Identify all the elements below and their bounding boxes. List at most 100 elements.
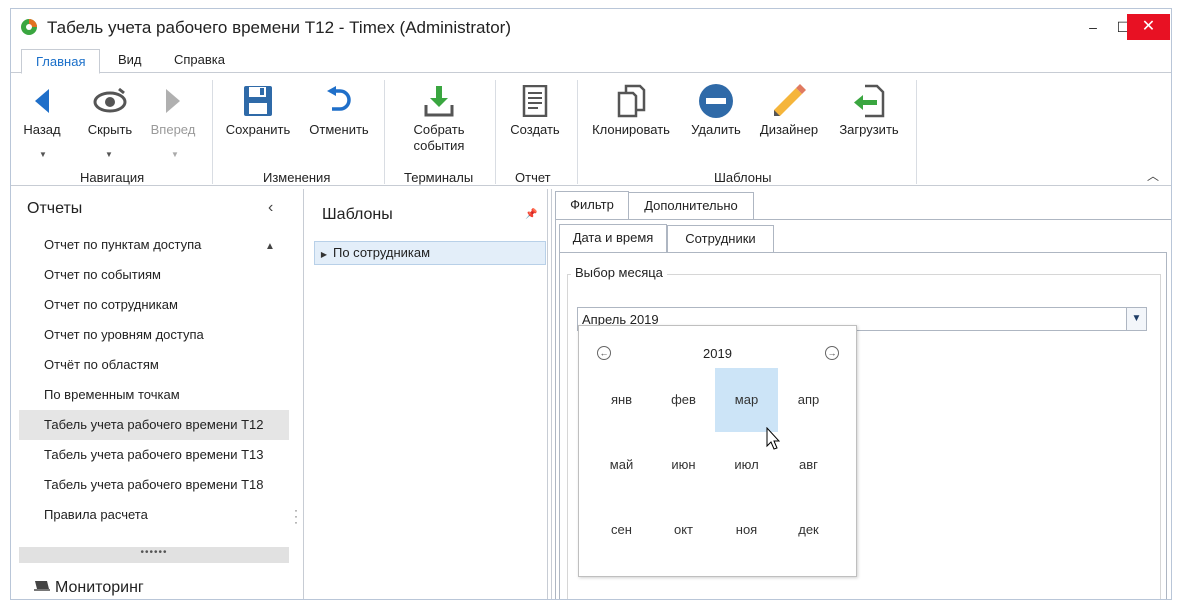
floppy-disk-icon <box>244 86 272 116</box>
month-cell[interactable]: сен <box>590 498 653 562</box>
forward-dropdown-icon[interactable]: ▼ <box>171 150 179 159</box>
scroll-up-icon[interactable]: ▲ <box>265 241 275 252</box>
undo-icon <box>327 86 351 111</box>
close-button[interactable]: ✕ <box>1127 14 1170 40</box>
month-cell[interactable]: авг <box>777 433 840 497</box>
list-item[interactable]: Отчет по пунктам доступа <box>19 230 289 260</box>
collect-label-2: события <box>413 138 465 153</box>
collect-label-1: Собрать <box>413 122 465 137</box>
eye-icon <box>93 87 127 113</box>
month-cell[interactable]: май <box>590 433 653 497</box>
title-bar: Табель учета рабочего времени Т12 - Time… <box>11 9 1171 47</box>
list-item[interactable]: Табель учета рабочего времени Т18 <box>19 470 289 500</box>
tab-employees[interactable]: Сотрудники <box>667 225 774 253</box>
list-item[interactable]: Правила расчета <box>19 500 289 530</box>
ribbon: Назад ▼ Скрыть ▼ Вперед ▼ Сохранить Отме… <box>11 74 1171 186</box>
save-label: Сохранить <box>225 122 291 137</box>
back-arrow-icon <box>35 89 49 113</box>
group-label-templates: Шаблоны <box>714 170 772 185</box>
list-item[interactable]: Отчет по событиям <box>19 260 289 290</box>
clone-button[interactable]: Клонировать <box>587 80 675 138</box>
month-group-label: Выбор месяца <box>571 265 667 280</box>
templates-panel-title: Шаблоны <box>322 206 393 223</box>
create-button[interactable]: Создать <box>505 80 565 138</box>
ribbon-separator <box>495 80 496 184</box>
panel-divider <box>551 189 552 599</box>
pencil-icon <box>774 84 806 116</box>
ribbon-separator <box>577 80 578 184</box>
back-label: Назад <box>23 122 61 137</box>
forward-arrow-icon <box>166 89 180 113</box>
list-item[interactable]: Табель учета рабочего времени Т13 <box>19 440 289 470</box>
load-label: Загрузить <box>839 122 899 137</box>
collapse-panel-button[interactable]: ‹ <box>268 199 273 217</box>
list-item[interactable]: Отчет по сотрудникам <box>19 290 289 320</box>
panel-splitter[interactable]: •••••• <box>19 547 289 563</box>
forward-label: Вперед <box>150 122 196 137</box>
cancel-button[interactable]: Отменить <box>306 80 372 138</box>
tab-view[interactable]: Вид <box>118 52 142 67</box>
app-logo-icon <box>21 19 37 35</box>
remove-circle-icon <box>699 84 733 118</box>
month-cell[interactable]: июн <box>652 433 715 497</box>
delete-button[interactable]: Удалить <box>687 80 745 138</box>
prev-year-icon[interactable]: ← <box>597 346 611 360</box>
hide-dropdown-icon[interactable]: ▼ <box>105 150 113 159</box>
reports-panel-title: Отчеты <box>27 200 83 217</box>
combo-dropdown-button[interactable]: ▼ <box>1126 308 1146 330</box>
monitor-icon <box>34 581 50 591</box>
designer-button[interactable]: Дизайнер <box>757 80 821 138</box>
copy-icon <box>617 84 646 118</box>
app-window: Табель учета рабочего времени Т12 - Time… <box>10 8 1172 600</box>
panel-divider <box>547 189 548 599</box>
list-item[interactable]: Отчёт по областям <box>19 350 289 380</box>
month-cell[interactable]: окт <box>652 498 715 562</box>
month-cell[interactable]: ноя <box>715 498 778 562</box>
monitoring-label: Мониторинг <box>55 579 144 596</box>
group-label-terminals: Терминалы <box>404 170 474 185</box>
list-item[interactable]: По временным точкам <box>19 380 289 410</box>
forward-button[interactable]: Вперед <box>147 80 199 138</box>
month-cell[interactable]: фев <box>652 368 715 432</box>
month-cell-hover[interactable]: мар <box>715 368 778 432</box>
panel-divider <box>303 189 304 599</box>
month-cell[interactable]: дек <box>777 498 840 562</box>
month-picker-popup: ← 2019 → янв фев мар апр май июн июл авг… <box>578 325 857 577</box>
month-cell[interactable]: янв <box>590 368 653 432</box>
tab-help[interactable]: Справка <box>174 52 225 67</box>
designer-label: Дизайнер <box>759 122 819 137</box>
tab-date-time[interactable]: Дата и время <box>559 224 667 253</box>
chevron-left-icon: ‹ <box>268 199 274 216</box>
ribbon-tabs: Главная Вид Справка <box>11 47 1171 74</box>
import-icon <box>854 84 885 118</box>
load-button[interactable]: Загрузить <box>833 80 905 138</box>
templates-panel: Шаблоны 📌 ▶ По сотрудникам <box>311 189 549 599</box>
tab-filter[interactable]: Фильтр <box>555 191 629 220</box>
cancel-label: Отменить <box>309 122 369 137</box>
monitoring-section[interactable]: Мониторинг <box>33 579 144 597</box>
pin-icon[interactable]: 📌 <box>525 209 537 220</box>
group-label-report: Отчет <box>515 170 551 185</box>
hide-button[interactable]: Скрыть <box>81 80 139 138</box>
delete-label: Удалить <box>691 122 741 137</box>
back-dropdown-icon[interactable]: ▼ <box>39 150 47 159</box>
back-button[interactable]: Назад <box>19 80 65 138</box>
chevron-up-icon: ︿ <box>1147 169 1160 183</box>
save-button[interactable]: Сохранить <box>222 80 294 138</box>
tab-additional[interactable]: Дополнительно <box>628 192 754 220</box>
window-title: Табель учета рабочего времени Т12 - Time… <box>47 18 511 37</box>
next-year-icon[interactable]: → <box>825 346 839 360</box>
resize-grip-icon[interactable]: · · · <box>294 504 298 528</box>
group-label-navigation: Навигация <box>80 170 145 185</box>
list-item[interactable]: Отчет по уровням доступа <box>19 320 289 350</box>
collapse-ribbon-button[interactable]: ︿ <box>1147 167 1159 184</box>
list-item-selected[interactable]: Табель учета рабочего времени Т12 <box>19 410 289 440</box>
clone-label: Клонировать <box>592 122 670 137</box>
collect-events-button[interactable]: Собрать события <box>406 80 472 154</box>
download-tray-icon <box>424 86 454 117</box>
expand-arrow-icon[interactable]: ▶ <box>315 244 333 266</box>
tab-home[interactable]: Главная <box>21 49 101 74</box>
ribbon-separator <box>916 80 917 184</box>
month-cell[interactable]: апр <box>777 368 840 432</box>
tree-row[interactable]: ▶ По сотрудникам <box>314 241 546 265</box>
